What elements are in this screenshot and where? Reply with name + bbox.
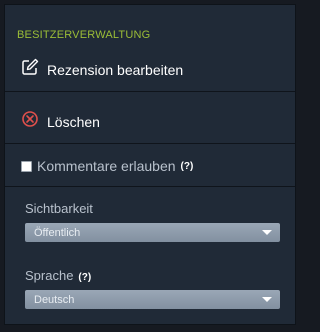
language-label-text: Sprache <box>25 268 74 283</box>
delete-button[interactable]: Löschen <box>21 110 100 133</box>
visibility-label: Sichtbarkeit <box>25 201 93 216</box>
section-title: BESITZERVERWALTUNG <box>17 29 151 41</box>
allow-comments-help-link[interactable]: (?) <box>181 161 194 172</box>
delete-icon <box>21 110 39 133</box>
divider <box>5 91 295 92</box>
visibility-select-value: Öffentlich <box>34 226 81 239</box>
language-select-value: Deutsch <box>34 293 75 306</box>
language-help-link[interactable]: (?) <box>78 272 91 283</box>
visibility-select[interactable]: Öffentlich <box>25 223 280 242</box>
chevron-down-icon <box>262 230 272 235</box>
edit-icon <box>21 58 39 81</box>
language-select[interactable]: Deutsch <box>25 290 280 309</box>
chevron-down-icon <box>262 297 272 302</box>
owner-controls-panel: BESITZERVERWALTUNG Rezension bearbeiten … <box>4 4 296 325</box>
divider <box>5 186 295 187</box>
language-label: Sprache (?) <box>25 268 91 283</box>
allow-comments-checkbox[interactable] <box>21 160 32 172</box>
edit-review-label: Rezension bearbeiten <box>47 61 184 78</box>
delete-label: Löschen <box>47 113 100 130</box>
edit-review-button[interactable]: Rezension bearbeiten <box>21 58 183 81</box>
allow-comments-row: Kommentare erlauben (?) <box>21 158 193 174</box>
divider <box>5 143 295 144</box>
allow-comments-label[interactable]: Kommentare erlauben <box>37 158 176 174</box>
visibility-label-text: Sichtbarkeit <box>25 201 93 216</box>
